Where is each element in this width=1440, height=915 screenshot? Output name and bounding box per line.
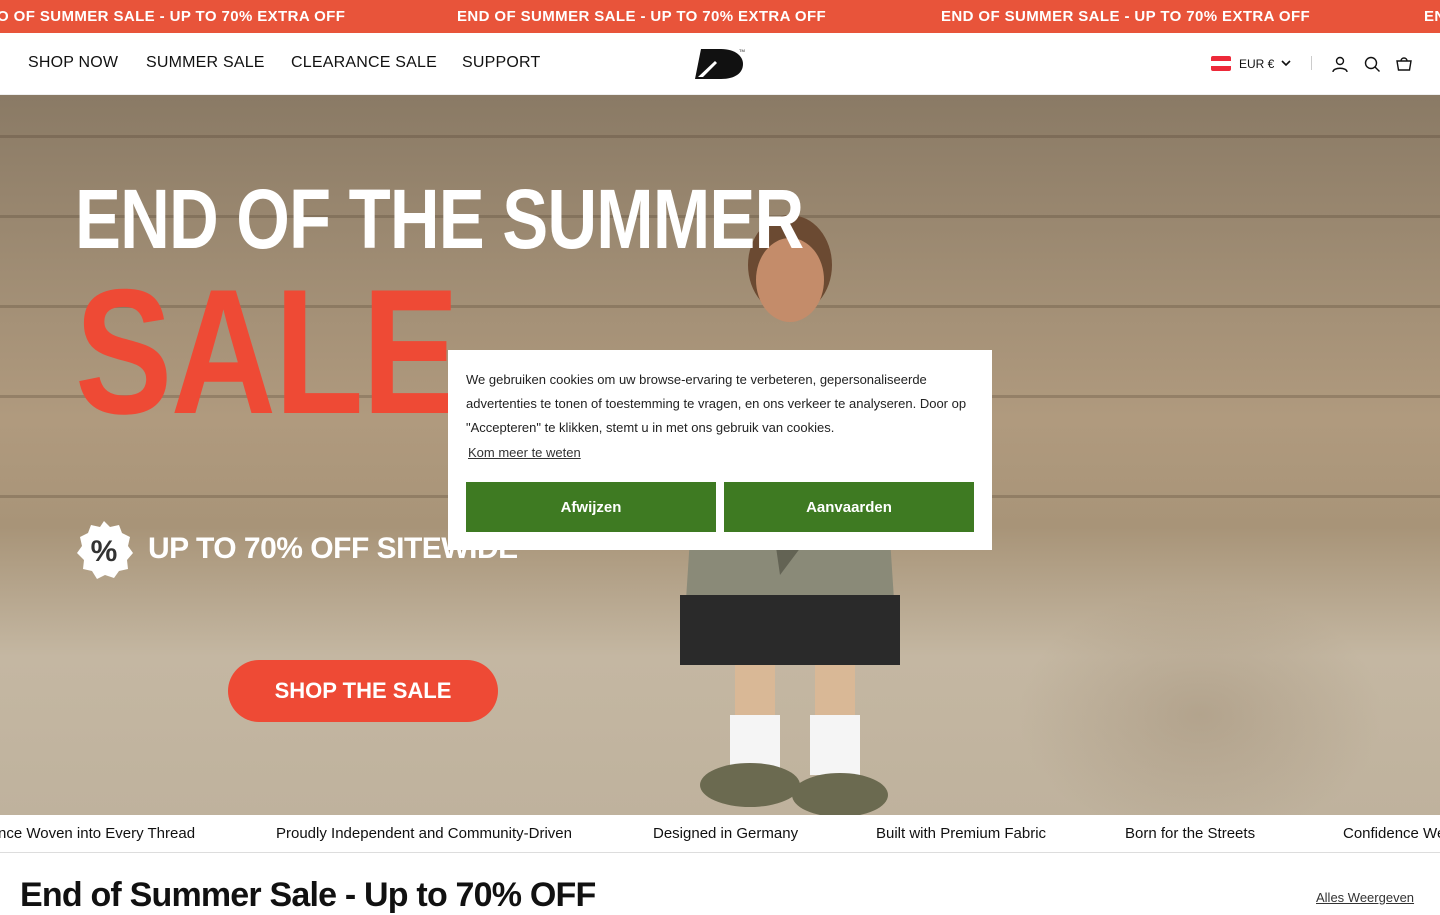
- cookie-consent-dialog: We gebruiken cookies om uw browse-ervari…: [448, 350, 992, 550]
- shop-the-sale-button[interactable]: SHOP THE SALE: [228, 660, 498, 722]
- svg-text:%: %: [91, 535, 118, 568]
- ticker-item: nce Woven into Every Thread: [0, 825, 196, 842]
- learn-more-link[interactable]: Kom meer te weten: [468, 445, 581, 460]
- announcement-text: EN: [1424, 8, 1440, 25]
- announcement-text: END OF SUMMER SALE - UP TO 70% EXTRA OFF: [941, 8, 1311, 25]
- site-header: SHOP NOW SUMMER SALE CLEARANCE SALE SUPP…: [0, 33, 1440, 95]
- nav-item-summer-sale[interactable]: SUMMER SALE: [146, 54, 265, 72]
- ticker-item: Designed in Germany: [653, 825, 799, 842]
- feature-ticker: nce Woven into Every Thread Proudly Inde…: [0, 815, 1440, 853]
- announcement-bar: O OF SUMMER SALE - UP TO 70% EXTRA OFF E…: [0, 0, 1440, 33]
- country-flag-icon[interactable]: [1211, 56, 1231, 71]
- view-all-link[interactable]: Alles Weergeven: [1316, 890, 1414, 905]
- reject-cookies-button[interactable]: Afwijzen: [466, 482, 716, 532]
- nav-item-clearance-sale[interactable]: CLEARANCE SALE: [291, 54, 437, 72]
- announcement-text: END OF SUMMER SALE - UP TO 70% EXTRA OFF: [457, 8, 827, 25]
- divider: [1311, 56, 1312, 70]
- chevron-down-icon[interactable]: [1280, 57, 1292, 69]
- ticker-item: Proudly Independent and Community-Driven: [276, 825, 572, 842]
- search-icon[interactable]: [1363, 55, 1381, 73]
- currency-selector[interactable]: EUR €: [1239, 57, 1274, 71]
- ticker-item: Born for the Streets: [1125, 825, 1256, 842]
- rock-texture: [0, 135, 1440, 138]
- percent-badge-icon: %: [77, 521, 133, 579]
- accept-cookies-button[interactable]: Aanvaarden: [724, 482, 974, 532]
- brand-logo[interactable]: TM: [695, 47, 745, 81]
- hero-sale-text: SALE: [75, 252, 459, 451]
- hero-headline: END OF THE SUMMER: [75, 172, 804, 266]
- account-icon[interactable]: [1331, 55, 1349, 73]
- cookie-message: We gebruiken cookies om uw browse-ervari…: [466, 372, 967, 435]
- svg-text:TM: TM: [739, 48, 745, 53]
- section-title: End of Summer Sale - Up to 70% OFF: [20, 876, 596, 914]
- nav-item-shop-now[interactable]: SHOP NOW: [28, 54, 118, 72]
- cart-icon[interactable]: [1395, 55, 1413, 73]
- announcement-text: O OF SUMMER SALE - UP TO 70% EXTRA OFF: [0, 8, 346, 25]
- nav-item-support[interactable]: SUPPORT: [462, 54, 540, 72]
- ticker-item: Confidence We: [1343, 825, 1440, 842]
- ticker-item: Built with Premium Fabric: [876, 825, 1047, 842]
